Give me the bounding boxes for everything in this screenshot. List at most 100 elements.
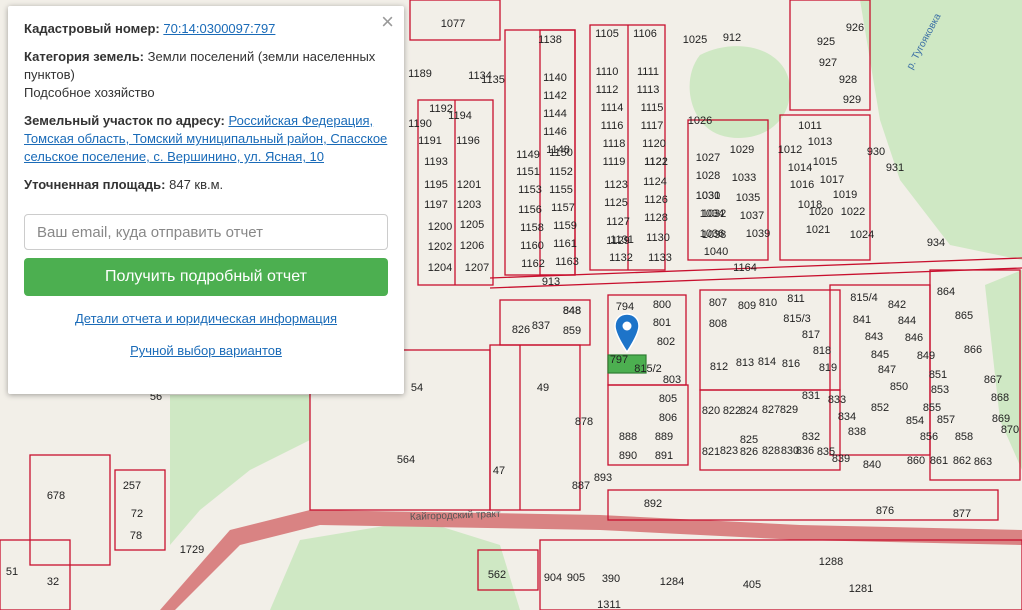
- parcel-label-831: 831: [802, 390, 820, 402]
- parcel-label-817: 817: [802, 329, 820, 341]
- close-icon[interactable]: ×: [381, 10, 394, 34]
- parcel-label-810: 810: [759, 297, 777, 309]
- parcel-label-1191: 1191: [418, 135, 442, 147]
- parcel-label-1144: 1144: [543, 108, 567, 120]
- parcel-label-930: 930: [867, 146, 885, 158]
- location-pin-icon[interactable]: [614, 313, 640, 353]
- parcel-label-1123: 1123: [604, 179, 628, 191]
- parcel-label-818: 818: [813, 345, 831, 357]
- parcel-label-877: 877: [953, 508, 971, 520]
- parcel-label-1115: 1115: [641, 102, 664, 114]
- park-area-east: [985, 270, 1022, 470]
- park-area-south: [270, 520, 520, 610]
- parcel-label-1159: 1159: [553, 220, 577, 232]
- parcel-label-890: 890: [619, 450, 637, 462]
- parcel-label-47: 47: [493, 465, 505, 477]
- parcel-label-32: 32: [47, 576, 59, 588]
- parcel-label-1113: 1113: [637, 84, 660, 96]
- parcel-label-849: 849: [917, 350, 935, 362]
- parcel-label-562: 562: [488, 569, 506, 581]
- parcel-label-912: 912: [723, 32, 741, 44]
- parcel-label-802: 802: [657, 336, 675, 348]
- parcel-label-1201: 1201: [457, 179, 481, 191]
- parcel-label-1119: 1119: [603, 156, 626, 168]
- parcel-label-808: 808: [709, 318, 727, 330]
- parcel-label-822: 822: [723, 405, 741, 417]
- parcel-label-840: 840: [863, 459, 881, 471]
- parcel-label-1106: 1106: [633, 28, 657, 40]
- parcel-label-856: 856: [920, 431, 938, 443]
- usage-value: Подсобное хозяйство: [24, 85, 155, 100]
- parcel-label-816: 816: [782, 358, 800, 370]
- parcel-label-1204: 1204: [428, 262, 452, 274]
- parcel-label-829: 829: [780, 404, 798, 416]
- parcel-label-1194: 1194: [448, 110, 472, 122]
- parcel-label-1035: 1035: [736, 192, 760, 204]
- parcel-label-820: 820: [702, 405, 720, 417]
- parcel-label-1138: 1138: [538, 34, 562, 46]
- parcel-label-837: 837: [532, 320, 550, 332]
- parcel-label-1111: 1111: [637, 66, 659, 78]
- parcel-label-812: 812: [710, 361, 728, 373]
- parcel-label-842: 842: [888, 299, 906, 311]
- parcel-label-1122: 1122: [644, 156, 668, 168]
- parcel-label-1012: 1012: [778, 144, 802, 156]
- parcel-label-864: 864: [937, 286, 955, 298]
- parcel-label-1039: 1039: [746, 228, 770, 240]
- parcel-label-867: 867: [984, 374, 1002, 386]
- parcel-label-815-4: 815/4: [850, 292, 878, 304]
- parcel-label-1162: 1162: [521, 258, 545, 270]
- parcel-label-1203: 1203: [457, 199, 481, 211]
- parcel-label-1118: 1118: [603, 138, 626, 150]
- report-details-link[interactable]: Детали отчета и юридическая информация: [75, 311, 337, 326]
- parcel-label-1164: 1164: [733, 262, 757, 274]
- parcel-label-1142: 1142: [543, 90, 567, 102]
- park-area-north-east: [860, 0, 1022, 260]
- parcel-label-1206: 1206: [460, 240, 484, 252]
- parcel-label-1156: 1156: [518, 204, 542, 216]
- parcel-label-1038: 1038: [702, 229, 726, 241]
- parcel-label-1197: 1197: [424, 199, 448, 211]
- parcel-label-904: 904: [544, 572, 562, 584]
- parcel-label-1146: 1146: [543, 126, 567, 138]
- email-input[interactable]: [24, 214, 388, 250]
- parcel-label-826: 826: [740, 446, 758, 458]
- parcel-label-844: 844: [898, 315, 916, 327]
- parcel-label-390: 390: [602, 573, 620, 585]
- parcel-label-1110: 1110: [596, 66, 619, 78]
- area-value: 847 кв.м.: [169, 177, 224, 192]
- parcel-label-1205: 1205: [460, 219, 484, 231]
- parcel-label-1155: 1155: [549, 184, 573, 196]
- parcel-label-1020: 1020: [809, 206, 833, 218]
- parcel-label-1130: 1130: [646, 232, 670, 244]
- parcel-label-1126: 1126: [644, 194, 668, 206]
- parcel-label-1149: 1149: [516, 149, 540, 161]
- cadastral-number-link[interactable]: 70:14:0300097:797: [163, 21, 275, 36]
- parcel-label-845: 845: [871, 349, 889, 361]
- parcel-label-1024: 1024: [850, 229, 874, 241]
- parcel-label-257: 257: [123, 480, 141, 492]
- parcel-label-863: 863: [974, 456, 992, 468]
- get-report-button[interactable]: Получить подробный отчет: [24, 258, 388, 296]
- parcel-label-805: 805: [659, 393, 677, 405]
- parcel-label-854: 854: [906, 415, 924, 427]
- parcel-label-927: 927: [819, 57, 837, 69]
- parcel-label-1284: 1284: [660, 576, 684, 588]
- parcel-label-1016: 1016: [790, 179, 814, 191]
- manual-selection-link[interactable]: Ручной выбор вариантов: [130, 343, 282, 358]
- parcel-label-1189: 1189: [408, 68, 432, 80]
- parcel-label-868: 868: [991, 392, 1009, 404]
- parcel-label-807: 807: [709, 297, 727, 309]
- parcel-label-858: 858: [955, 431, 973, 443]
- parcel-label-801: 801: [653, 317, 671, 329]
- cadastral-label: Кадастровый номер:: [24, 21, 160, 36]
- parcel-label-913: 913: [542, 276, 560, 288]
- parcel-label-1114: 1114: [601, 102, 624, 114]
- parcel-label-78: 78: [130, 530, 142, 542]
- address-row: Земельный участок по адресу: Российская …: [24, 112, 388, 166]
- parcel-label-1195: 1195: [424, 179, 448, 191]
- parcel-label-823: 823: [720, 445, 738, 457]
- parcel-label-847: 847: [878, 364, 896, 376]
- parcel-label-1015: 1015: [813, 156, 837, 168]
- parcel-label-821: 821: [702, 446, 720, 458]
